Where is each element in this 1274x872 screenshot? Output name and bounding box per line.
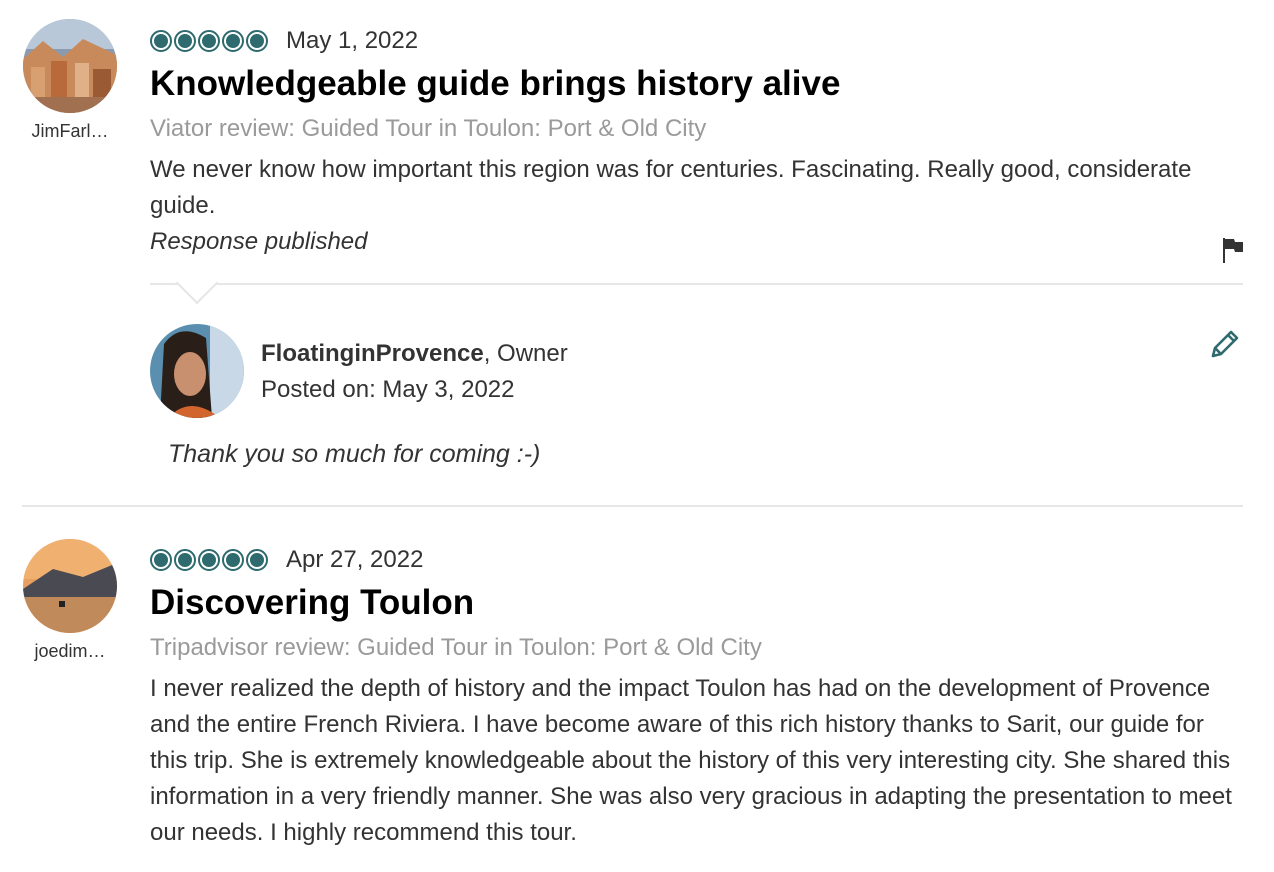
reviewer-info: joedim… <box>22 539 118 662</box>
reviewer-avatar[interactable] <box>23 539 117 633</box>
posted-label: Posted on: <box>261 376 383 403</box>
rating-bubble-icon <box>222 30 244 52</box>
review-meta: May 1, 2022 <box>150 26 1245 56</box>
reviewer-avatar[interactable] <box>23 19 117 113</box>
rating-bubble-icon <box>246 30 268 52</box>
reviewer-username[interactable]: joedim… <box>22 641 118 662</box>
owner-avatar[interactable] <box>150 324 244 418</box>
response-posted-line: Posted on: May 3, 2022 <box>261 374 515 406</box>
owner-role: , Owner <box>483 340 568 367</box>
rating-bubbles <box>150 549 270 571</box>
review-divider <box>22 505 1243 507</box>
rating-bubble-icon <box>150 30 172 52</box>
owner-name[interactable]: FloatinginProvence <box>261 340 484 367</box>
rating-bubbles <box>150 30 270 52</box>
review-title[interactable]: Discovering Toulon <box>150 581 1245 625</box>
owner-name-line: FloatinginProvence, Owner <box>261 338 568 370</box>
review-meta: Apr 27, 2022 <box>150 545 1245 575</box>
reviewer-username[interactable]: JimFarl… <box>22 121 118 142</box>
review-content: Apr 27, 2022 Discovering Toulon Tripadvi… <box>150 545 1245 851</box>
rating-bubble-icon <box>150 549 172 571</box>
review-title[interactable]: Knowledgeable guide brings history alive <box>150 62 1245 106</box>
review-source: Viator review: Guided Tour in Toulon: Po… <box>150 115 707 142</box>
review-source: Tripadvisor review: Guided Tour in Toulo… <box>150 634 762 661</box>
review-date: May 1, 2022 <box>286 27 419 54</box>
rating-bubble-icon <box>174 549 196 571</box>
response-status: Response published <box>150 228 368 255</box>
review-content: May 1, 2022 Knowledgeable guide brings h… <box>150 26 1245 260</box>
rating-bubble-icon <box>198 549 220 571</box>
rating-bubble-icon <box>174 30 196 52</box>
response-notch <box>175 261 219 305</box>
owner-response: FloatinginProvence, Owner Posted on: May… <box>150 324 1245 434</box>
review-text: We never know how important this region … <box>150 156 1192 219</box>
response-text: Thank you so much for coming :-) <box>168 440 541 468</box>
edit-pencil-icon[interactable] <box>1207 326 1243 362</box>
flag-icon[interactable] <box>1222 236 1244 264</box>
rating-bubble-icon <box>246 549 268 571</box>
response-divider <box>150 283 1243 285</box>
review-date: Apr 27, 2022 <box>286 546 424 573</box>
review-card: JimFarl… May 1, 2022 Knowledgeable guide… <box>0 0 1274 500</box>
posted-date: May 3, 2022 <box>382 376 515 403</box>
review-card: joedim… Apr 27, 2022 Discovering Toulon … <box>0 530 1274 872</box>
review-text: I never realized the depth of history an… <box>150 675 1232 846</box>
rating-bubble-icon <box>198 30 220 52</box>
reviewer-info: JimFarl… <box>22 19 118 142</box>
rating-bubble-icon <box>222 549 244 571</box>
